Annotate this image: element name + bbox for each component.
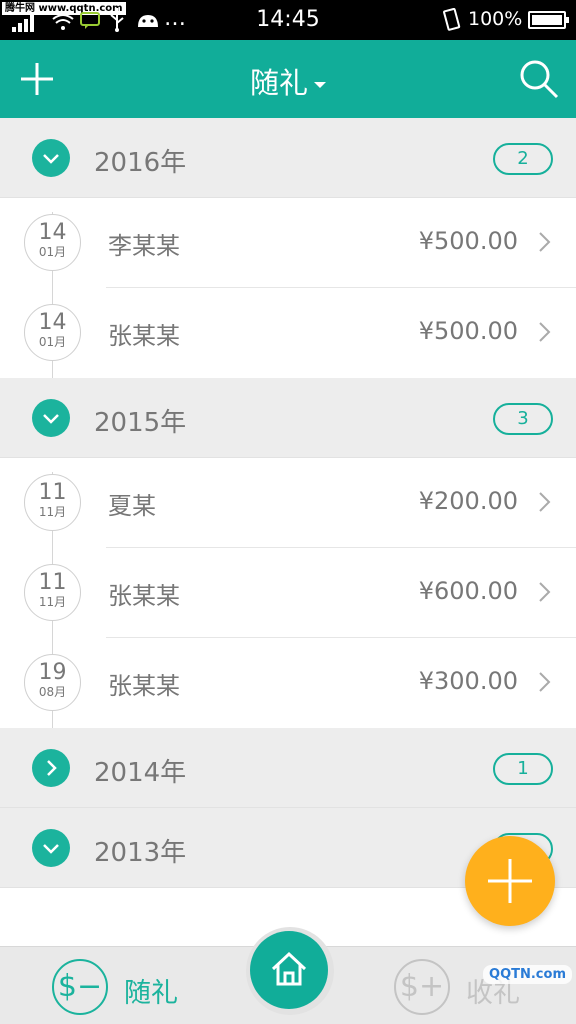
expand-toggle[interactable] <box>32 749 70 787</box>
year-group-header[interactable]: 2016年 2 <box>0 118 576 198</box>
add-record-fab[interactable] <box>465 836 555 926</box>
record-row[interactable]: 11 11月 张某某 ¥600.00 <box>0 548 576 638</box>
battery-icon <box>528 11 569 29</box>
money-in-icon: $+ <box>394 959 450 1015</box>
record-count-badge: 2 <box>493 143 553 175</box>
year-label: 2016年 <box>94 148 187 178</box>
person-name: 夏某 <box>108 492 156 520</box>
chevron-right-icon <box>539 492 551 512</box>
chevron-right-icon <box>47 760 57 776</box>
plus-icon <box>488 859 532 903</box>
search-icon[interactable] <box>518 58 560 100</box>
money-out-icon: $− <box>52 959 108 1015</box>
home-icon <box>271 951 307 986</box>
vibrate-icon <box>443 8 461 31</box>
collapse-toggle[interactable] <box>32 829 70 867</box>
record-row[interactable]: 19 08月 张某某 ¥300.00 <box>0 638 576 728</box>
record-row[interactable]: 14 01月 张某某 ¥500.00 <box>0 288 576 378</box>
chevron-right-icon <box>539 232 551 252</box>
gift-amount: ¥600.00 <box>418 577 518 605</box>
caret-down-icon <box>314 82 326 88</box>
date-badge: 11 11月 <box>24 564 81 621</box>
gift-amount: ¥200.00 <box>418 487 518 515</box>
battery-percent: 100% <box>468 8 523 30</box>
collapse-toggle[interactable] <box>32 399 70 437</box>
title-dropdown[interactable]: 随礼 <box>0 60 576 102</box>
date-badge: 14 01月 <box>24 304 81 361</box>
collapse-toggle[interactable] <box>32 139 70 177</box>
chevron-down-icon <box>43 414 59 424</box>
gift-amount: ¥500.00 <box>418 227 518 255</box>
chevron-right-icon <box>539 322 551 342</box>
person-name: 张某某 <box>108 582 180 610</box>
date-badge: 11 11月 <box>24 474 81 531</box>
year-label: 2015年 <box>94 408 187 438</box>
record-count-badge: 3 <box>493 403 553 435</box>
nav-give-label: 随礼 <box>124 978 178 1009</box>
bottom-nav: $− 随礼 $+ 收礼 QQTN.com <box>0 927 576 1024</box>
record-row[interactable]: 14 01月 李某某 ¥500.00 <box>0 198 576 288</box>
chevron-right-icon <box>539 672 551 692</box>
person-name: 张某某 <box>108 672 180 700</box>
chevron-right-icon <box>539 582 551 602</box>
gift-amount: ¥500.00 <box>418 317 518 345</box>
chevron-down-icon <box>43 154 59 164</box>
year-label: 2014年 <box>94 758 187 788</box>
gift-amount: ¥300.00 <box>418 667 518 695</box>
status-bar: 腾牛网 www.qqtn.com … 14:45 100% <box>0 0 576 40</box>
date-badge: 19 08月 <box>24 654 81 711</box>
person-name: 李某某 <box>108 232 180 260</box>
person-name: 张某某 <box>108 322 180 350</box>
date-badge: 14 01月 <box>24 214 81 271</box>
watermark-logo: QQTN.com <box>483 965 572 984</box>
page-title: 随礼 <box>249 66 308 100</box>
record-row[interactable]: 11 11月 夏某 ¥200.00 <box>0 458 576 548</box>
year-group-header[interactable]: 2015年 3 <box>0 378 576 458</box>
chevron-down-icon <box>43 844 59 854</box>
year-group-header[interactable]: 2014年 1 <box>0 728 576 808</box>
record-count-badge: 1 <box>493 753 553 785</box>
app-header: 随礼 <box>0 40 576 118</box>
year-label: 2013年 <box>94 838 187 868</box>
gift-record-list[interactable]: 2016年 2 14 01月 李某某 ¥500.00 14 01月 张某某 ¥5… <box>0 118 576 946</box>
nav-home-button[interactable] <box>250 931 328 1009</box>
